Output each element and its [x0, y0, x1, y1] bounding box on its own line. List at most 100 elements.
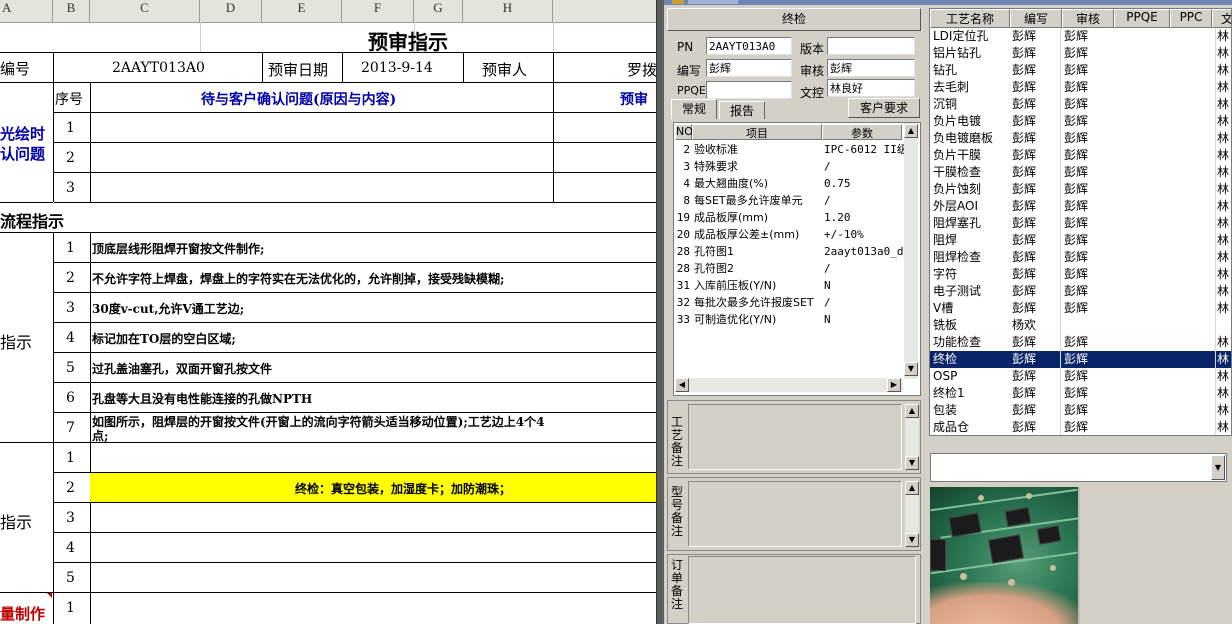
grid-cell-param[interactable]: N [824, 311, 904, 328]
grid-row[interactable]: 31 入库前压板(Y/N) N [675, 277, 903, 294]
combo-dropdown-icon[interactable]: ▼ [1211, 455, 1225, 480]
scroll-down-icon[interactable]: ▼ [904, 362, 918, 376]
reviewer-value[interactable]: 罗拨 [627, 59, 656, 80]
col-header-b[interactable]: B [53, 0, 90, 22]
process-row[interactable]: 电子测试 彭辉 彭辉 林 [930, 283, 1231, 300]
grid-row[interactable]: 3 特殊要求 / [675, 158, 903, 175]
tab-general[interactable]: 常规 [671, 99, 717, 119]
process-row[interactable]: 阻焊塞孔 彭辉 彭辉 林 [930, 215, 1231, 232]
grid-header-item[interactable]: 项目 [692, 124, 822, 140]
grid-cell-param[interactable]: / [824, 260, 904, 277]
grid-cell-param[interactable]: 0.75 [824, 175, 904, 192]
process-row[interactable]: 阻焊检查 彭辉 彭辉 林 [930, 249, 1231, 266]
s2-text-6[interactable]: 孔盘等大且没有电性能连接的孔做NPTH [92, 390, 312, 407]
grid-row[interactable]: 4 最大翘曲度(%) 0.75 [675, 175, 903, 192]
grid-row[interactable]: 32 每批次最多允许报废SET / [675, 294, 903, 311]
params-grid[interactable]: NO 项目 参数 2 验收标准 IPC-6012 II级 3 特殊要求 / 4 最大翘曲度(%… [673, 122, 921, 396]
control-field[interactable]: 林良好 [827, 79, 915, 97]
process-row[interactable]: 终检1 彭辉 彭辉 林 [930, 385, 1231, 402]
col-header-c[interactable]: C [90, 0, 200, 22]
process-list[interactable]: 工艺名称 编写 审核 PPQE PPC 文 LDI定位孔 彭辉 彭辉林铝片钻孔 彭辉彭… [929, 8, 1232, 436]
col-header-f[interactable]: F [342, 0, 414, 22]
col-header-h[interactable]: H [463, 0, 553, 22]
process-row[interactable]: 负片电镀 彭辉 彭辉 林 [930, 113, 1231, 130]
col-header-d[interactable]: D [200, 0, 262, 22]
col-author[interactable]: 编写 [1010, 9, 1062, 28]
grid-vscrollbar[interactable] [904, 123, 918, 379]
process-row[interactable]: 负片干膜 彭辉 彭辉 林 [930, 147, 1231, 164]
s2-text-1[interactable]: 顶底层线形阻焊开窗按文件制作; [92, 240, 264, 257]
grid-row[interactable]: 28 孔符图1 2aayt013a0_dr [675, 243, 904, 260]
author-field[interactable]: 彭辉 [706, 59, 792, 77]
process-row[interactable]: 干膜检查 彭辉 彭辉 林 [930, 164, 1231, 181]
col-header-g[interactable]: G [414, 0, 463, 22]
process-row[interactable]: V槽 彭辉 彭辉 林 [930, 300, 1231, 317]
col-header-a[interactable]: A [0, 0, 53, 22]
grid-cell-param[interactable]: / [824, 192, 904, 209]
process-row[interactable]: 外层AOI 彭辉 彭辉 林 [930, 198, 1231, 215]
grid-row[interactable]: 19 成品板厚(mm) 1.20 [675, 209, 903, 226]
scroll-up-icon[interactable]: ▲ [904, 124, 918, 138]
spreadsheet[interactable]: A B C D E F G H 预审指示 编号 2AAYT013A0 预审日期 … [0, 0, 656, 624]
process-row[interactable]: 成品仓 彭辉 彭辉 林 [930, 419, 1231, 435]
grid-cell-param[interactable]: / [824, 158, 904, 175]
process-row[interactable]: 终检 彭辉 彭辉 林 [930, 351, 1231, 368]
process-row[interactable]: 铝片钻孔 彭辉 彭辉 林 [930, 45, 1231, 62]
scroll-down-icon[interactable]: ▼ [905, 533, 919, 547]
s2-text-7[interactable]: 如图所示，阻焊层的开窗按文件(开窗上的流向字符箭头适当移动位置);工艺边上4个4 [92, 413, 654, 430]
process-combo[interactable]: ▼ [930, 453, 1227, 482]
scroll-up-icon[interactable]: ▲ [905, 404, 919, 418]
order-memo-box[interactable] [688, 556, 916, 624]
grid-cell-param[interactable]: 1.20 [824, 209, 904, 226]
grid-row[interactable]: 33 可制造优化(Y/N) N [675, 311, 903, 328]
scroll-down-icon[interactable]: ▼ [905, 456, 919, 470]
process-row[interactable]: 钻孔 彭辉 彭辉 林 [930, 62, 1231, 79]
s2-text-2[interactable]: 不允许字符上焊盘，焊盘上的字符实在无法优化的，允许削掉，接受残缺模糊; [92, 270, 504, 287]
pn-field[interactable]: 2AAYT013A0 [706, 37, 792, 55]
s2-text-3[interactable]: 30度v-cut,允许V通工艺边; [92, 300, 244, 317]
grid-cell-param[interactable]: +/-10% [824, 226, 904, 243]
grid-cell-param[interactable]: IPC-6012 II级 [824, 141, 904, 158]
grid-row[interactable]: 28 孔符图2 / [675, 260, 903, 277]
process-row[interactable]: 铣板 杨欢 [930, 317, 1231, 334]
process-row[interactable]: 去毛刺 彭辉 彭辉 林 [930, 79, 1231, 96]
highlight-text[interactable]: 终检：真空包装，加湿度卡；加防潮珠； [295, 480, 511, 497]
grid-row[interactable]: 2 验收标准 IPC-6012 II级 [675, 141, 904, 158]
col-control[interactable]: 文 [1212, 9, 1231, 28]
col-process-name[interactable]: 工艺名称 [930, 9, 1010, 28]
customer-requirements-button[interactable]: 客户要求 [848, 98, 920, 118]
process-row[interactable]: 包装 彭辉 彭辉 林 [930, 402, 1231, 419]
process-row[interactable]: 负电镀磨板 彭辉 彭辉 林 [930, 130, 1231, 147]
col-ppc[interactable]: PPC [1170, 9, 1212, 28]
tab-report[interactable]: 报告 [719, 101, 765, 119]
process-memo-box[interactable] [688, 404, 902, 470]
grid-cell-param[interactable]: 2aayt013a0_dr [824, 243, 904, 260]
grid-hscrollbar[interactable] [675, 378, 903, 392]
pn-value[interactable]: 2AAYT013A0 [112, 60, 205, 76]
grid-cell-param[interactable]: / [824, 294, 904, 311]
col-review[interactable]: 审核 [1062, 9, 1114, 28]
process-row[interactable]: OSP 彭辉 彭辉 林 [930, 368, 1231, 385]
process-row[interactable]: 阻焊 彭辉 彭辉 林 [930, 232, 1231, 249]
grid-cell-param[interactable]: N [824, 277, 904, 294]
process-row[interactable]: 功能检查 彭辉 彭辉 林 [930, 334, 1231, 351]
scroll-right-icon[interactable]: ▶ [887, 378, 901, 392]
process-row[interactable]: 负片蚀刻 彭辉 彭辉 林 [930, 181, 1231, 198]
grid-header-param[interactable]: 参数 [822, 124, 902, 140]
grid-row[interactable]: 8 每SET最多允许废单元 / [675, 192, 903, 209]
col-ppqe[interactable]: PPQE [1114, 9, 1170, 28]
process-row[interactable]: 字符 彭辉 彭辉 林 [930, 266, 1231, 283]
grid-header-no[interactable]: NO [675, 124, 693, 140]
process-row[interactable]: 沉铜 彭辉 彭辉 林 [930, 96, 1231, 113]
col-header-e[interactable]: E [262, 0, 342, 22]
model-memo-box[interactable] [688, 481, 902, 547]
comment-marker-icon[interactable] [47, 593, 52, 598]
grid-row[interactable]: 20 成品板厚公差±(mm) +/-10% [675, 226, 903, 243]
process-row[interactable]: LDI定位孔 彭辉 彭辉 林 [930, 28, 1231, 45]
col-header-i[interactable] [553, 0, 656, 22]
scroll-up-icon[interactable]: ▲ [905, 481, 919, 495]
s2-text-5[interactable]: 过孔盖油塞孔，双面开窗孔按文件 [92, 360, 272, 377]
review-field[interactable]: 彭辉 [827, 59, 915, 77]
version-field[interactable] [827, 37, 915, 55]
s2-text-4[interactable]: 标记加在TO层的空白区域; [92, 330, 236, 347]
